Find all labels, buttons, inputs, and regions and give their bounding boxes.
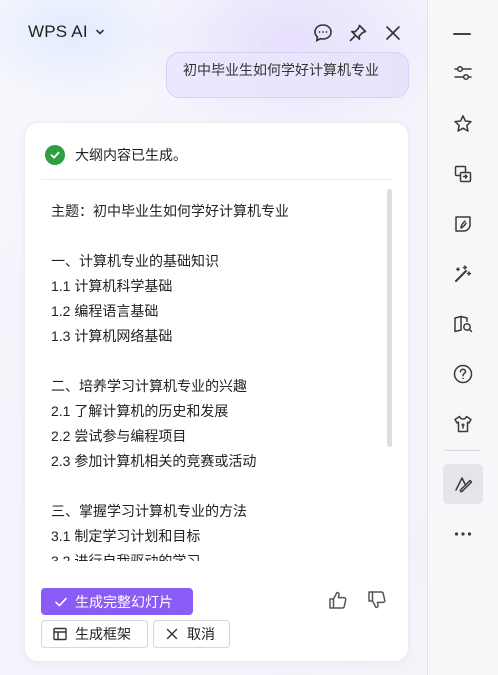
generate-full-slides-label: 生成完整幻灯片 [75, 593, 173, 610]
generate-framework-label: 生成框架 [75, 626, 131, 642]
pin-icon[interactable] [347, 22, 369, 44]
divider [41, 179, 393, 180]
ai-title-dropdown[interactable]: WPS AI [28, 22, 106, 42]
cancel-button[interactable]: 取消 [153, 620, 230, 648]
status-row: 大纲内容已生成。 [45, 145, 187, 165]
cancel-label: 取消 [187, 626, 215, 642]
outline-content: 主题：初中毕业生如何学好计算机专业 一、计算机专业的基础知识 1.1 计算机科学… [51, 199, 389, 561]
right-toolbar [429, 0, 498, 675]
close-icon [164, 626, 180, 642]
outline-spacer [51, 349, 389, 374]
panel-header: WPS AI [0, 0, 427, 66]
outline-line: 一、计算机专业的基础知识 [51, 253, 219, 269]
ai-writing-icon[interactable] [443, 464, 483, 504]
thumbs-up-icon[interactable] [327, 589, 349, 611]
outline-line: 1.3 计算机网络基础 [51, 328, 173, 344]
help-icon[interactable] [443, 354, 483, 394]
close-icon[interactable] [382, 22, 404, 44]
generate-full-slides-button[interactable]: 生成完整幻灯片 [41, 588, 193, 615]
outline-line: 三、掌握学习计算机专业的方法 [51, 503, 247, 519]
shirt-icon[interactable] [443, 404, 483, 444]
outline-line: 3.1 制定学习计划和目标 [51, 528, 201, 544]
outline-line: 2.3 参加计算机相关的竞赛或活动 [51, 453, 257, 469]
outline-line: 1.1 计算机科学基础 [51, 278, 173, 294]
chat-icon[interactable] [312, 22, 334, 44]
check-icon [53, 594, 69, 610]
thumbs-down-icon[interactable] [366, 589, 388, 611]
chevron-down-icon [94, 26, 106, 38]
success-check-icon [45, 145, 65, 165]
star-icon[interactable] [443, 104, 483, 144]
more-icon[interactable] [443, 514, 483, 554]
outline-line: 2.2 尝试参与编程项目 [51, 428, 187, 444]
generate-framework-button[interactable]: 生成框架 [41, 620, 148, 648]
toolbar-divider [445, 450, 481, 451]
status-text: 大纲内容已生成。 [75, 147, 187, 163]
paint-icon[interactable] [443, 204, 483, 244]
sliders-icon[interactable] [443, 53, 483, 93]
outline-line: 主题：初中毕业生如何学好计算机专业 [51, 203, 289, 219]
outline-spacer [51, 224, 389, 249]
magic-wand-icon[interactable] [443, 254, 483, 294]
swap-icon[interactable] [443, 154, 483, 194]
panel-title: WPS AI [28, 22, 88, 41]
outline-spacer [51, 474, 389, 499]
outline-line: 二、培养学习计算机专业的兴趣 [51, 378, 247, 394]
layout-icon [52, 626, 68, 642]
book-search-icon[interactable] [443, 304, 483, 344]
minimize-icon[interactable] [453, 33, 471, 35]
outline-line: 2.1 了解计算机的历史和发展 [51, 403, 229, 419]
outline-line: 3.2 进行自我驱动的学习 [51, 553, 201, 561]
outline-line: 1.2 编程语言基础 [51, 303, 159, 319]
wps-ai-panel: WPS AI 初中毕业生如何学好计算机专业 大纲内容已生成。 主题：初中毕业生如… [0, 0, 428, 675]
outline-scrollbar[interactable] [387, 189, 392, 447]
outline-result-card: 大纲内容已生成。 主题：初中毕业生如何学好计算机专业 一、计算机专业的基础知识 … [24, 122, 409, 662]
